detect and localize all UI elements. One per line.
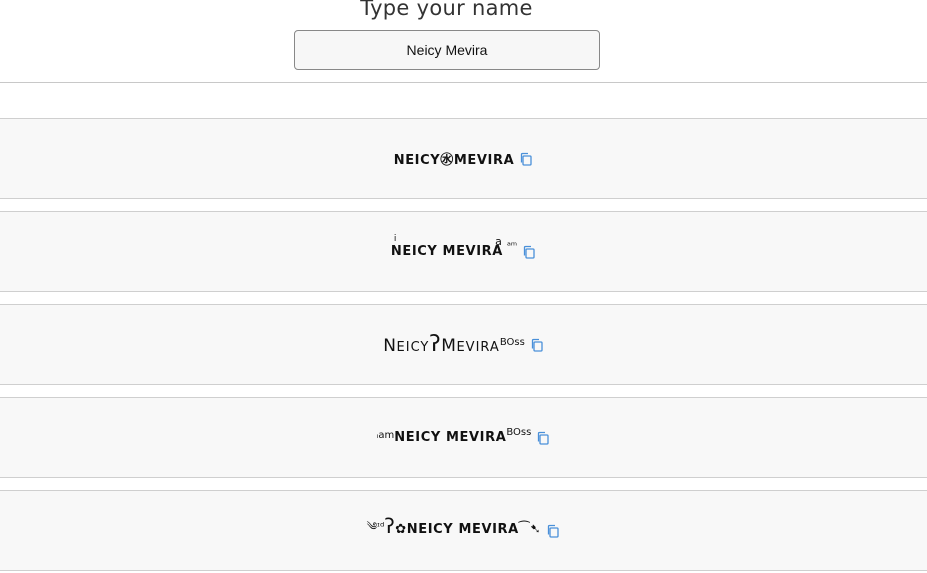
copy-icon[interactable] [519, 152, 533, 166]
copy-icon[interactable] [530, 338, 544, 352]
styled-suffix: BOss [506, 427, 532, 438]
styled-first-rest: EICY [396, 340, 430, 355]
header: Type your name [0, 0, 927, 82]
styled-text: NEICY MEVIRA [406, 521, 519, 537]
styled-suffix: ⁀➷ [518, 521, 542, 537]
styled-prefix: i [393, 234, 397, 244]
style-card-1[interactable]: NEICY㊌MEVIRA [0, 118, 927, 199]
copy-icon[interactable] [546, 524, 560, 538]
styled-name[interactable]: ᵢamNEICY MEVIRABOss [376, 427, 532, 445]
styled-mark: a [495, 235, 502, 248]
styled-name[interactable]: NEICY㊌MEVIRA [394, 149, 515, 168]
style-card-3[interactable]: NEICYʔMEVIRABOss [0, 304, 927, 385]
copy-icon[interactable] [536, 431, 550, 445]
styled-text: NEICY MEVIRA [390, 244, 503, 259]
styled-name[interactable]: i NEICY MEVIRA a ᵃᵐ [390, 234, 518, 259]
styled-mid: ʔ [429, 332, 442, 357]
divider [0, 82, 927, 83]
styled-first: N [383, 336, 397, 356]
name-input[interactable] [294, 30, 600, 70]
styled-text: NEICY MEVIRA [394, 430, 507, 445]
styled-name[interactable]: NEICYʔMEVIRABOss [383, 332, 525, 357]
style-card-2[interactable]: i NEICY MEVIRA a ᵃᵐ [0, 211, 927, 292]
styled-prefix: ༄ᶦᵈ [366, 519, 385, 533]
flower-icon: ✿ [395, 521, 407, 537]
style-card-4[interactable]: ᵢamNEICY MEVIRABOss [0, 397, 927, 478]
styled-second: M [441, 336, 457, 356]
styled-suffix: BOss [499, 337, 525, 348]
page-title: Type your name [360, 0, 533, 20]
styled-name[interactable]: ༄ᶦᵈʔ✿NEICY MEVIRA⁀➷ [367, 514, 542, 548]
styled-prefix: ᵢam [376, 430, 395, 441]
styled-suffix: ᵃᵐ [506, 241, 518, 252]
copy-icon[interactable] [522, 245, 536, 259]
styled-second-rest: EVIRA [456, 340, 500, 355]
styled-mid: ʔ [384, 513, 396, 538]
style-card-5[interactable]: ༄ᶦᵈʔ✿NEICY MEVIRA⁀➷ [0, 490, 927, 571]
